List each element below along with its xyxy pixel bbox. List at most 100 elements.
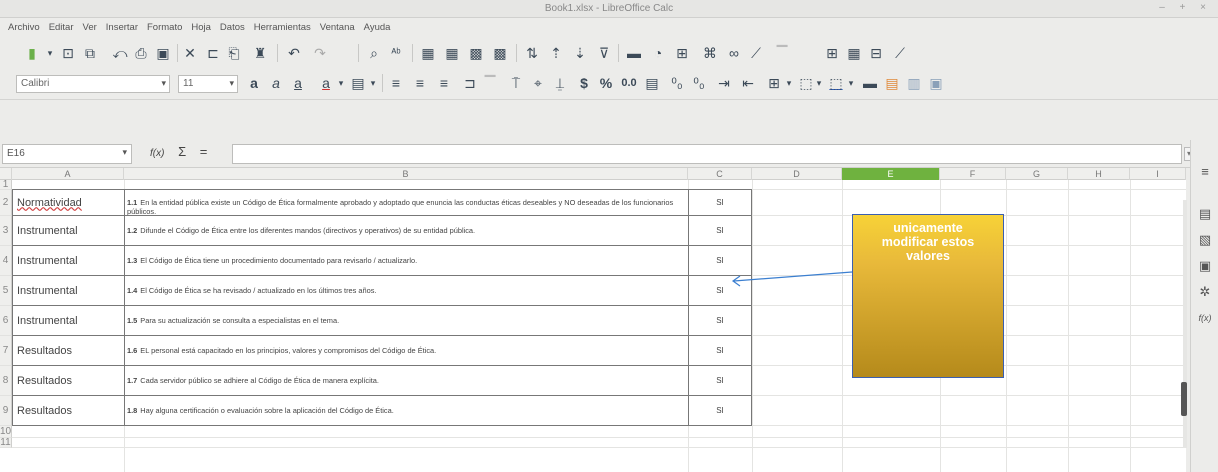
menu-ayuda[interactable]: Ayuda [359,18,395,33]
insert-rows-icon[interactable]: ▤ [884,74,900,92]
spreadsheet-grid[interactable]: A B C D E F G H I 1 2 Normatividad 1.1 En la… [0,168,1186,472]
cell-answer[interactable]: SI [688,406,752,415]
clone-format-icon[interactable]: ♜ [252,44,268,62]
copy-icon[interactable]: ⊏ [205,44,221,62]
date-format-icon[interactable]: ▤ [644,74,660,92]
column-header-h[interactable]: H [1068,168,1130,180]
styles-icon[interactable]: ▧ [1197,232,1213,248]
row-header[interactable]: 1 [0,180,12,190]
column-header-c[interactable]: C [688,168,752,180]
cell-question[interactable]: 1.2 Difunde el Código de Ética entre los … [127,226,687,235]
row-icon[interactable]: ▦ [420,44,436,62]
italic-icon[interactable]: a [268,74,284,92]
percent-format-icon[interactable]: % [598,74,614,92]
row-header[interactable]: 3 [0,216,12,246]
delete-decimal-icon[interactable]: ⁰₀ [690,74,708,92]
menu-ver[interactable]: Ver [78,18,101,33]
navigator-icon[interactable]: ✲ [1197,284,1213,300]
font-name-combo[interactable]: Calibri ▾ [16,75,170,93]
background-color-icon[interactable]: ▤ [350,74,366,92]
cell-category[interactable]: Resultados [17,375,72,387]
sort-ascending-icon[interactable]: ⇡ [548,44,564,62]
paste-icon[interactable]: ⎗ [226,44,242,62]
export-icon[interactable]: ⤺ [112,44,128,62]
wrap-text-icon[interactable]: ⊐ [462,74,478,92]
delete-column-icon[interactable]: ▩ [492,44,508,62]
align-left-icon[interactable]: ≡ [388,74,404,92]
font-size-dropdown-icon[interactable]: ▾ [229,78,234,89]
delete-rows-icon[interactable]: ▣ [928,74,944,92]
name-box[interactable]: E16 ▾ [2,144,132,164]
menu-formato[interactable]: Formato [142,18,186,33]
cell-question[interactable]: 1.4 El Código de Ética se ha revisado / a… [127,286,687,295]
insert-columns-icon[interactable]: ▥ [906,74,922,92]
sidebar-menu-icon[interactable]: ≡ [1197,164,1213,180]
spelling-icon[interactable]: ᴬᵇ [388,44,404,62]
cell-answer[interactable]: SI [688,226,752,235]
cell-question[interactable]: 1.8 Hay alguna certificación o evaluación… [127,406,687,415]
cell-answer[interactable]: SI [688,376,752,385]
hyperlink-icon[interactable]: ∞ [724,44,744,62]
cell-category[interactable]: Instrumental [17,225,78,237]
image-icon[interactable]: ▬ [626,44,642,62]
cell-question[interactable]: 1.7 Cada servidor público se adhiere al C… [127,376,687,385]
gallery-icon[interactable]: ▣ [1197,258,1213,274]
font-name-dropdown-icon[interactable]: ▾ [161,78,166,89]
cell-answer[interactable]: SI [688,198,752,207]
find-replace-icon[interactable]: ⌕ [366,44,382,62]
cell-question[interactable]: 1.1 En la entidad pública existe un Códig… [127,198,687,216]
add-decimal-icon[interactable]: ⁰₀ [668,74,686,92]
border-color-icon[interactable]: ⬚ [828,74,844,92]
underline-icon[interactable]: a [290,74,306,92]
menu-editar[interactable]: Editar [44,18,78,33]
cell-category[interactable]: Instrumental [17,315,78,327]
column-header-g[interactable]: G [1006,168,1068,180]
borders-dropdown-icon[interactable]: ▾ [784,74,794,92]
templates-icon[interactable]: ⧉ [82,44,98,62]
borders-icon[interactable]: ⊞ [766,74,782,92]
font-color-icon[interactable]: a [318,74,334,92]
cell-category[interactable]: Resultados [17,405,72,417]
comment-icon[interactable]: ⟋ [748,44,764,62]
row-header[interactable]: 6 [0,306,12,336]
formula-input[interactable] [232,144,1182,164]
column-header-a[interactable]: A [12,168,124,180]
headers-footers-icon[interactable]: ▔ [774,44,790,62]
align-right-icon[interactable]: ≡ [436,74,452,92]
row-header[interactable]: 9 [0,396,12,426]
split-window-icon[interactable]: ⊟ [868,44,884,62]
center-vertically-icon[interactable]: ⌖ [530,74,546,92]
menu-hoja[interactable]: Hoja [186,18,215,33]
row-header[interactable]: 4 [0,246,12,276]
row-header[interactable]: 2 [0,190,12,216]
row-header[interactable]: 11 [0,438,12,448]
border-color-dropdown-icon[interactable]: ▾ [846,74,856,92]
menu-insertar[interactable]: Insertar [101,18,142,33]
redo-icon[interactable]: ↷ [312,44,328,62]
function-wizard-icon[interactable]: f(x) [150,148,164,159]
print-preview-icon[interactable]: ▣ [155,44,171,62]
increase-indent-icon[interactable]: ⇥ [716,74,732,92]
window-controls[interactable]: – + × [1159,2,1212,13]
open-icon[interactable]: ⊡ [60,44,76,62]
new-dropdown-icon[interactable]: ▾ [44,44,56,62]
align-bottom-icon[interactable]: ⍊ [552,74,568,92]
sort-icon[interactable]: ⇅ [524,44,540,62]
functions-icon[interactable]: f(x) [1197,310,1213,326]
sum-icon[interactable]: Σ [178,144,186,159]
show-draw-functions-icon[interactable]: ⟋ [892,44,908,62]
column-header-f[interactable]: F [940,168,1006,180]
cell-category[interactable]: Normatividad [17,197,82,209]
vertical-scrollbar-thumb[interactable] [1181,382,1187,416]
define-print-area-icon[interactable]: ⊞ [822,44,842,62]
background-color-dropdown-icon[interactable]: ▾ [368,74,378,92]
chart-icon[interactable]: ◔ [650,44,666,62]
column-icon[interactable]: ▦ [444,44,460,62]
special-character-icon[interactable]: ⌘ [700,44,720,62]
cut-icon[interactable]: ✕ [182,44,198,62]
cell-answer[interactable]: SI [688,316,752,325]
cell-question[interactable]: 1.5 Para su actualización se consulta a e… [127,316,687,325]
properties-icon[interactable]: ▤ [1197,206,1213,222]
sort-descending-icon[interactable]: ⇣ [572,44,588,62]
menu-ventana[interactable]: Ventana [315,18,359,33]
